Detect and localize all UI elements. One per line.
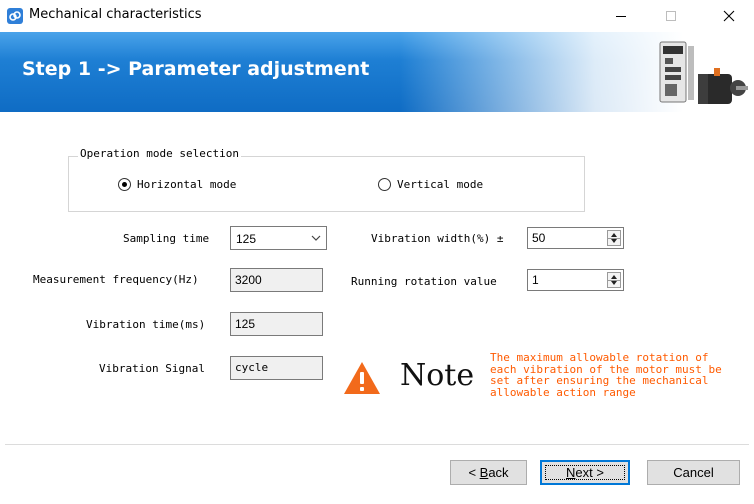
- vibration-signal-value: cycle: [235, 361, 269, 374]
- warning-icon: [344, 362, 380, 394]
- sampling-time-label: Sampling time: [123, 232, 210, 245]
- vertical-mode-label: Vertical mode: [397, 178, 484, 191]
- maximize-icon: [666, 11, 676, 21]
- measurement-frequency-value: 3200: [235, 273, 262, 287]
- horizontal-mode-label: Horizontal mode: [137, 178, 237, 191]
- horizontal-mode-radio[interactable]: Horizontal mode: [118, 178, 236, 191]
- running-rotation-value: 1: [532, 273, 539, 287]
- close-button[interactable]: [706, 0, 752, 32]
- close-icon: [723, 10, 735, 22]
- vertical-mode-radio[interactable]: Vertical mode: [378, 178, 483, 191]
- vibration-time-value: 125: [235, 317, 256, 331]
- vibration-time-label: Vibration time(ms): [86, 318, 206, 331]
- sampling-time-value: 125: [236, 232, 257, 246]
- servo-drive-and-motor-icon: [659, 41, 748, 104]
- vibration-width-spin-buttons[interactable]: [607, 230, 621, 246]
- app-icon: [7, 8, 23, 24]
- footer-separator: [5, 444, 749, 445]
- vibration-width-spinner[interactable]: 50: [527, 227, 624, 249]
- running-rotation-spin-buttons[interactable]: [607, 272, 621, 288]
- back-button-prefix: <: [468, 465, 480, 480]
- sampling-time-dropdown[interactable]: 125: [230, 226, 327, 250]
- title-bar: Mechanical characteristics: [0, 0, 754, 32]
- vibration-signal-label: Vibration Signal: [99, 362, 205, 375]
- running-rotation-label: Running rotation value: [351, 275, 497, 288]
- vibration-width-label: Vibration width(%) ±: [371, 232, 504, 245]
- step-title: Step 1 -> Parameter adjustment: [22, 58, 370, 80]
- note-title: Note: [400, 358, 475, 393]
- running-rotation-spinner[interactable]: 1: [527, 269, 624, 291]
- minimize-icon: [616, 16, 626, 17]
- step-banner: Step 1 -> Parameter adjustment: [0, 32, 754, 112]
- note-text: The maximum allowable rotation of each v…: [490, 352, 722, 399]
- radio-selected-icon: [118, 178, 131, 191]
- back-button-mnemonic: B: [479, 465, 489, 480]
- window-title: Mechanical characteristics: [29, 7, 202, 22]
- vibration-signal-field[interactable]: cycle: [230, 356, 323, 380]
- cancel-button[interactable]: Cancel: [647, 460, 740, 485]
- next-button[interactable]: Next >: [540, 460, 630, 485]
- vibration-width-value: 50: [532, 231, 546, 245]
- back-button[interactable]: < Back: [450, 460, 527, 485]
- radio-unselected-icon: [378, 178, 391, 191]
- measurement-frequency-label: Measurement frequency(Hz): [33, 273, 199, 286]
- minimize-button[interactable]: [598, 0, 644, 32]
- operation-mode-legend: Operation mode selection: [78, 147, 241, 160]
- measurement-frequency-field[interactable]: 3200: [230, 268, 323, 292]
- maximize-button[interactable]: [648, 0, 694, 32]
- back-button-rest: ack: [488, 465, 509, 480]
- vibration-time-field[interactable]: 125: [230, 312, 323, 336]
- chevron-down-icon: [311, 235, 321, 241]
